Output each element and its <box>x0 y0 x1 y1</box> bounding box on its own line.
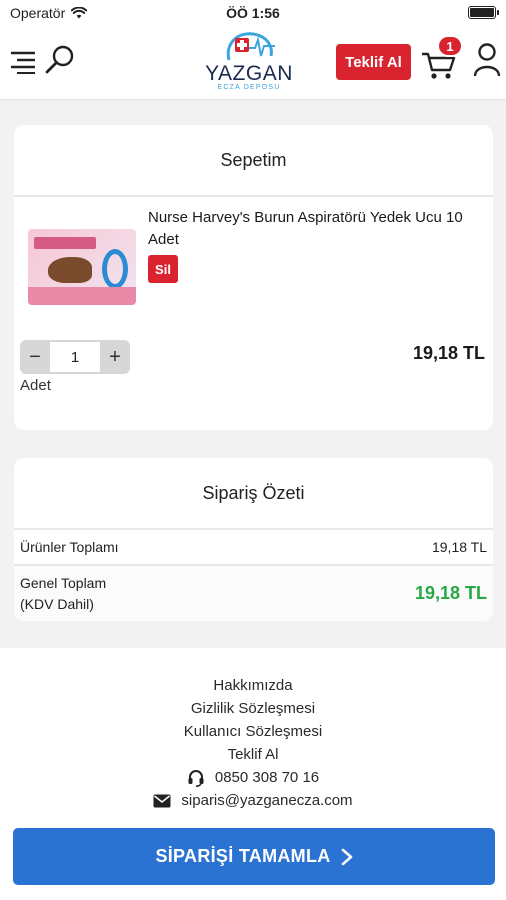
footer-link-offer[interactable]: Teklif Al <box>0 743 506 766</box>
email-contact[interactable]: siparis@yazganecza.com <box>0 789 506 812</box>
grand-total-value: 19,18 TL <box>414 583 487 603</box>
summary-title: Sipariş Özeti <box>14 458 493 530</box>
app-header: YAZGAN ECZA DEPOSU Teklif Al 1 <box>0 26 506 100</box>
menu-icon <box>11 51 35 74</box>
product-image[interactable] <box>28 229 136 305</box>
complete-order-button[interactable]: SİPARİŞİ TAMAMLA <box>13 828 495 885</box>
headset-icon <box>188 769 204 787</box>
request-offer-button[interactable]: Teklif Al <box>336 44 411 80</box>
logo-cross-icon <box>226 32 275 61</box>
search-icon <box>45 45 74 74</box>
quantity-stepper: − 1 + <box>20 340 130 374</box>
phone-contact[interactable]: 0850 308 70 16 <box>0 766 506 789</box>
user-icon <box>473 43 501 77</box>
grand-total-label-line2: (KDV Dahil) <box>20 595 94 612</box>
cart-title: Sepetim <box>14 125 493 197</box>
search-button[interactable] <box>44 44 76 76</box>
quantity-unit-label: Adet <box>20 377 51 394</box>
delete-item-button[interactable]: Sil <box>148 255 178 283</box>
grand-total-row: Genel Toplam (KDV Dahil) 19,18 TL <box>14 566 493 621</box>
footer-links: Hakkımızda Gizlilik Sözleşmesi Kullanıcı… <box>0 674 506 812</box>
subtotal-row: Ürünler Toplamı 19,18 TL <box>14 530 493 566</box>
footer-link-terms[interactable]: Kullanıcı Sözleşmesi <box>0 720 506 743</box>
item-price: 19,18 TL <box>412 343 485 363</box>
quantity-input[interactable]: 1 <box>50 342 100 372</box>
phone-number: 0850 308 70 16 <box>214 769 320 786</box>
order-summary-card: Sipariş Özeti Ürünler Toplamı 19,18 TL G… <box>14 458 493 621</box>
envelope-icon <box>153 794 171 807</box>
product-name[interactable]: Nurse Harvey's Burun Aspiratörü Yedek Uc… <box>148 207 483 251</box>
email-address: siparis@yazganecza.com <box>181 792 353 809</box>
clock: ÖÖ 1:56 <box>226 5 280 21</box>
battery-icon <box>468 6 499 19</box>
complete-order-label: SİPARİŞİ TAMAMLA <box>155 846 331 866</box>
footer-link-about[interactable]: Hakkımızda <box>0 674 506 697</box>
cart-card: Sepetim Nurse Harvey's Burun Aspiratörü … <box>14 125 493 430</box>
chevron-right-icon <box>341 848 352 865</box>
increment-button[interactable]: + <box>100 340 130 374</box>
decrement-button[interactable]: − <box>20 340 50 374</box>
grand-total-label-line1: Genel Toplam <box>20 574 107 591</box>
grand-total-label: Genel Toplam (KDV Dahil) <box>20 573 106 615</box>
status-bar: Operatör ÖÖ 1:56 <box>0 0 506 26</box>
footer-link-privacy[interactable]: Gizlilik Sözleşmesi <box>0 697 506 720</box>
logo-subtitle: ECZA DEPOSU <box>217 84 281 91</box>
brand-logo[interactable]: YAZGAN ECZA DEPOSU <box>203 30 295 96</box>
cart-count-badge: 1 <box>437 35 463 57</box>
logo-brand-text: YAZGAN <box>205 62 293 85</box>
subtotal-label: Ürünler Toplamı <box>20 539 119 555</box>
subtotal-value: 19,18 TL <box>431 539 487 555</box>
menu-button[interactable] <box>10 50 36 74</box>
profile-button[interactable] <box>472 42 502 78</box>
